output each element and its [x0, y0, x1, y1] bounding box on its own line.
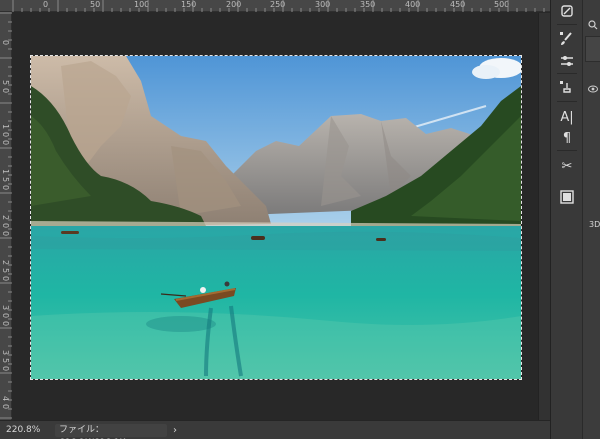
visibility-eye-icon[interactable] — [586, 82, 599, 95]
lake-photo-layer[interactable] — [30, 55, 522, 380]
adjustment-sliders-icon[interactable] — [556, 50, 578, 72]
tool-separator — [557, 73, 577, 74]
status-bar: 220.8% ファイル：696.1K/696.1K › — [0, 420, 550, 439]
brush-tool-icon[interactable] — [556, 28, 578, 50]
document-canvas[interactable] — [13, 13, 538, 420]
rotate-view-tool-icon[interactable] — [556, 0, 578, 22]
type-tool-icon[interactable]: A| — [556, 106, 578, 128]
quick-mask-icon[interactable] — [556, 186, 578, 208]
tool-separator — [557, 24, 577, 25]
status-menu-arrow[interactable]: › — [173, 425, 177, 436]
mountain-lake-image — [31, 56, 521, 379]
zoom-level[interactable]: 220.8% — [0, 425, 45, 435]
vertical-ruler[interactable]: 0 5 0 1 0 0 1 5 0 2 0 0 2 5 0 3 0 0 3 5 … — [0, 12, 12, 420]
tool-separator — [557, 101, 577, 102]
stamp-tool-icon[interactable] — [556, 77, 578, 99]
tools-panel: A| ¶ ✂ — [550, 0, 582, 439]
ruler-ticks — [12, 0, 545, 12]
dock-panel-tab[interactable] — [585, 36, 600, 62]
ruler-ticks — [0, 12, 12, 419]
vertical-scrollbar[interactable] — [538, 13, 550, 420]
file-size-info: ファイル：696.1K/696.1K — [55, 423, 167, 439]
paragraph-tool-icon[interactable]: ¶ — [556, 127, 578, 149]
panel-dock: 3D — [582, 0, 600, 439]
scissors-tool-icon[interactable]: ✂ — [556, 155, 578, 177]
horizontal-ruler[interactable]: 0 50 100 150 200 250 300 350 400 450 500 — [0, 0, 550, 12]
tool-separator — [557, 150, 577, 151]
dock-3d-label[interactable]: 3D — [589, 220, 600, 229]
search-icon[interactable] — [586, 18, 599, 31]
